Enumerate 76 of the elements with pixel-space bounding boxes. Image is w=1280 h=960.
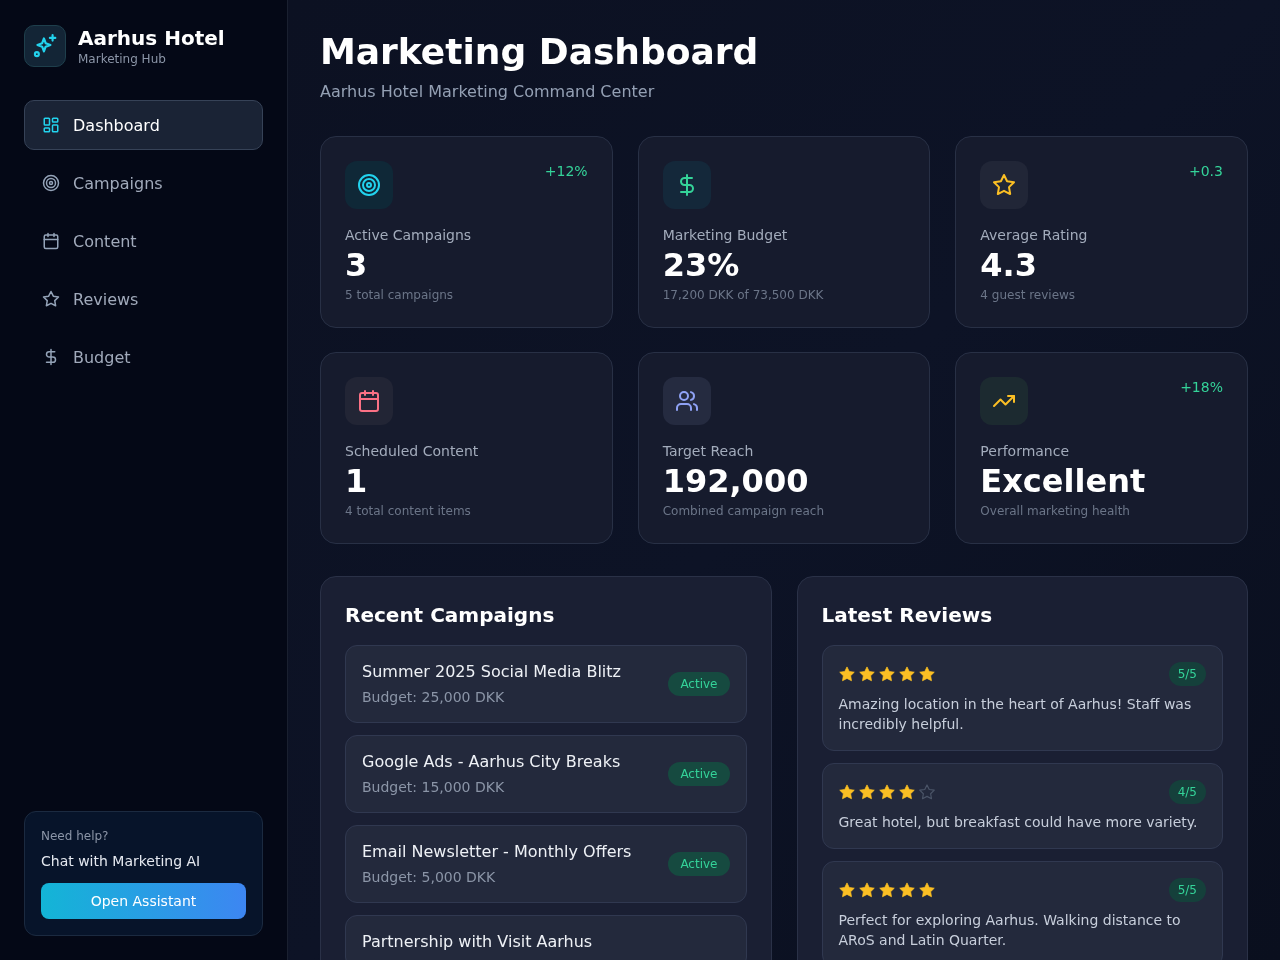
score-badge: 5/5	[1168, 878, 1206, 902]
star-icon	[918, 666, 935, 682]
star-icon	[918, 882, 935, 898]
calendar-icon	[345, 377, 393, 425]
stat-label: Target Reach	[662, 442, 755, 461]
trend-value: +18%	[1180, 378, 1223, 397]
stat-note: 4 total content items	[345, 503, 472, 519]
stat-note: 17,200 DKK of 73,500 DKK	[662, 287, 825, 303]
review-text: Great hotel, but breakfast could have more variety.	[838, 813, 1199, 832]
star-icon	[42, 290, 60, 308]
nav-item[interactable]: Budget	[24, 332, 263, 382]
campaign-budget: Budget: 25,000 DKK	[362, 688, 506, 706]
stat-label: Scheduled Content	[345, 442, 480, 461]
panel-title: Latest Reviews	[821, 603, 994, 627]
score-badge: 5/5	[1168, 662, 1206, 686]
stat-note: 5 total campaigns	[345, 287, 455, 303]
trend-icon	[980, 377, 1029, 425]
star-icon	[838, 882, 855, 898]
stat-label: Average Rating	[980, 226, 1089, 245]
star-icon	[858, 784, 875, 800]
grid-icon	[42, 116, 60, 134]
nav-item[interactable]: Campaigns	[24, 158, 263, 208]
calendar-icon	[42, 232, 60, 250]
star-icon	[898, 784, 915, 800]
sparkle-icon	[24, 25, 66, 67]
status-badge: Active	[668, 762, 730, 786]
stat-value: 23%	[662, 247, 741, 283]
stat-note: 4 guest reviews	[980, 287, 1077, 303]
campaign-name: Email Newsletter - Monthly Offers	[362, 842, 632, 862]
stat-value: 192,000	[662, 463, 810, 499]
stat-value: Excellent	[980, 463, 1147, 499]
nav-item[interactable]: Dashboard	[24, 100, 263, 150]
campaign-budget: Budget: 15,000 DKK	[362, 778, 506, 796]
star-icon	[838, 666, 855, 682]
help-prompt: Need help?	[41, 828, 110, 844]
stat-value: 1	[345, 463, 369, 499]
people-icon	[662, 377, 711, 425]
campaign-name: Partnership with Visit Aarhus	[362, 932, 593, 952]
star-icon	[878, 666, 895, 682]
score-badge: 4/5	[1168, 780, 1206, 804]
stat-label: Performance	[980, 442, 1071, 461]
stat-value: 3	[345, 247, 369, 283]
star-icon	[898, 882, 915, 898]
status-badge: Active	[668, 672, 730, 696]
star-icon	[898, 666, 915, 682]
stat-label: Marketing Budget	[662, 226, 789, 245]
review-text: Perfect for exploring Aarhus. Walking distance to ARoS and Latin Quarter.	[838, 911, 1182, 950]
nav-item[interactable]: Reviews	[24, 274, 263, 324]
campaign-name: Summer 2025 Social Media Blitz	[362, 662, 621, 682]
nav-item[interactable]: Content	[24, 216, 263, 266]
target-icon	[42, 174, 60, 192]
target-icon	[345, 161, 393, 209]
trend-value: +12%	[544, 162, 588, 181]
star-icon	[980, 161, 1029, 209]
page-title: Marketing Dashboard	[320, 30, 760, 74]
star-icon	[858, 666, 875, 682]
panel-title: Recent Campaigns	[345, 603, 556, 627]
star-icon	[878, 882, 895, 898]
brand-subtitle: Marketing Hub	[78, 50, 167, 67]
stat-note: Overall marketing health	[980, 503, 1131, 519]
star-icon	[878, 784, 895, 800]
star-icon	[918, 784, 935, 800]
stat-label: Active Campaigns	[345, 226, 473, 245]
brand-title: Aarhus Hotel	[78, 25, 225, 50]
star-icon	[838, 784, 855, 800]
stat-value: 4.3	[980, 247, 1038, 283]
trend-value: +0.3	[1189, 162, 1223, 181]
campaign-budget: Budget: 5,000 DKK	[362, 868, 497, 886]
page-subtitle: Aarhus Hotel Marketing Command Center	[320, 82, 656, 102]
status-badge: Active	[668, 852, 730, 876]
star-icon	[858, 882, 875, 898]
review-text: Amazing location in the heart of Aarhus! Staff was incredibly helpful.	[838, 695, 1193, 734]
stat-note: Combined campaign reach	[662, 503, 826, 519]
dollar-icon	[662, 161, 711, 209]
campaign-name: Google Ads - Aarhus City Breaks	[362, 752, 621, 772]
help-text: Chat with Marketing AI	[41, 852, 202, 871]
